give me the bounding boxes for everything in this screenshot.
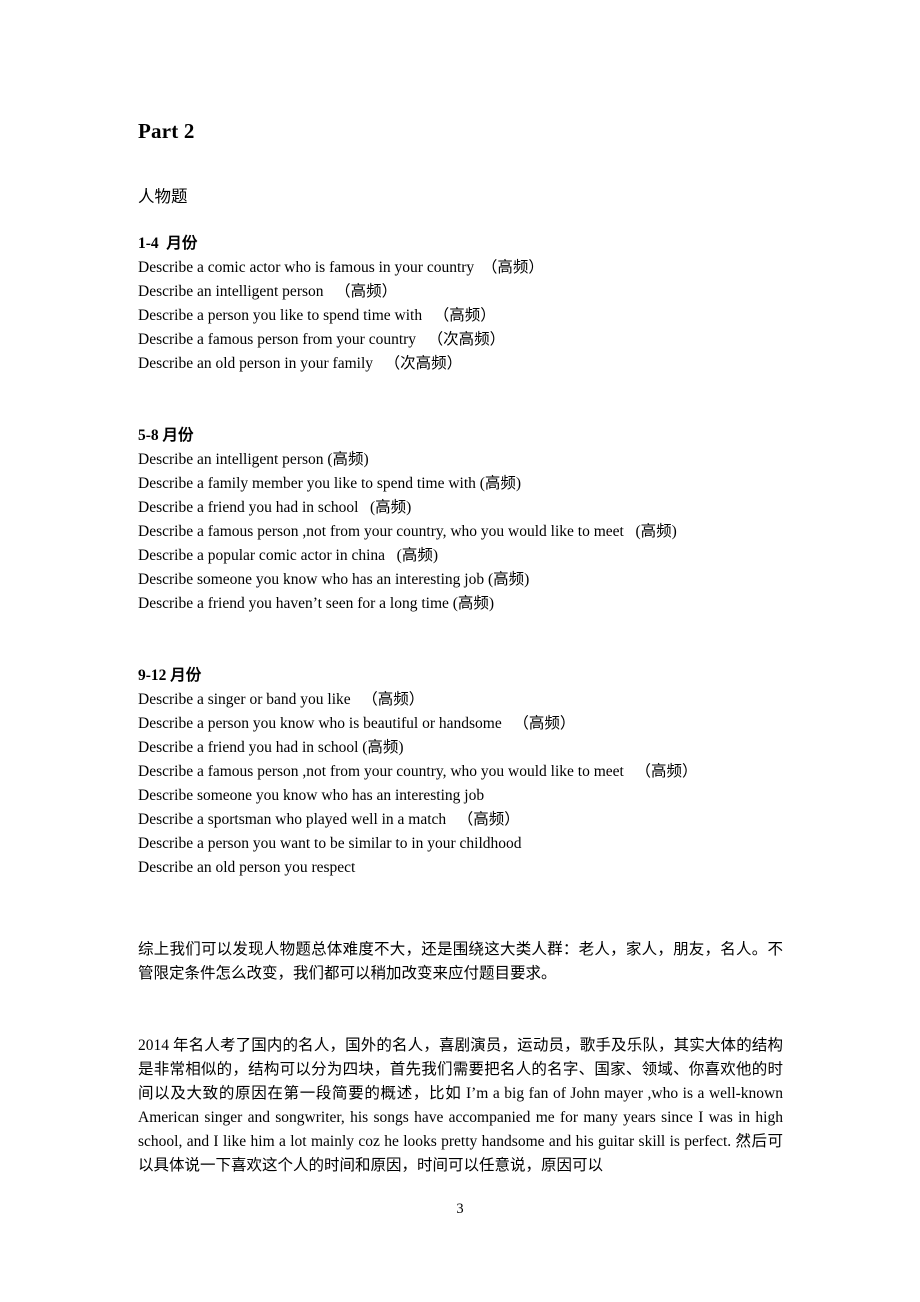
list-item: Describe a singer or band you like （高频） (138, 691, 425, 708)
list-item: Describe a person you know who is beauti… (138, 715, 576, 732)
section-heading: 9-12 月份 (138, 667, 202, 684)
section-1-4: 1-4 月份 Describe a comic actor who is fam… (138, 232, 783, 376)
question-list: Describe a singer or band you like （高频） … (138, 688, 783, 880)
list-item: Describe a person you like to spend time… (138, 307, 496, 324)
question-list: Describe a comic actor who is famous in … (138, 256, 783, 376)
page-number: 3 (456, 1201, 464, 1217)
list-item: Describe an old person in your family （次… (138, 355, 463, 372)
list-item: Describe a comic actor who is famous in … (138, 259, 544, 276)
section-heading: 5-8 月份 (138, 427, 194, 444)
topic-heading: 人物题 (138, 188, 188, 206)
list-item: Describe someone you know who has an int… (138, 571, 530, 588)
summary-paragraph: 综上我们可以发现人物题总体难度不大，还是围绕这大类人群：老人，家人，朋友，名人。… (138, 941, 783, 982)
list-item: Describe a family member you like to spe… (138, 475, 522, 492)
body-paragraph: 2014 年名人考了国内的名人，国外的名人，喜剧演员，运动员，歌手及乐队，其实大… (138, 1037, 787, 1174)
section-5-8: 5-8 月份 Describe an intelligent person (高… (138, 424, 783, 616)
list-item: Describe an intelligent person (高频) (138, 451, 369, 468)
list-item: Describe a famous person from your count… (138, 331, 506, 348)
page-title: Part 2 (138, 119, 195, 143)
list-item: Describe a person you want to be similar… (138, 835, 522, 852)
list-item: Describe a friend you had in school (高频) (138, 499, 412, 516)
list-item: Describe a friend you haven’t seen for a… (138, 595, 495, 612)
list-item: Describe a famous person ,not from your … (138, 763, 698, 780)
document-page: Part 2 人物题 1-4 月份 Describe a comic actor… (0, 0, 920, 1302)
page-content: Part 2 人物题 1-4 月份 Describe a comic actor… (138, 118, 783, 1178)
list-item: Describe an old person you respect (138, 859, 356, 876)
section-9-12: 9-12 月份 Describe a singer or band you li… (138, 664, 783, 880)
list-item: Describe an intelligent person （高频） (138, 283, 398, 300)
list-item: Describe a sportsman who played well in … (138, 811, 520, 828)
question-list: Describe an intelligent person (高频) Desc… (138, 448, 783, 616)
list-item: Describe a friend you had in school (高频) (138, 739, 404, 756)
list-item: Describe a popular comic actor in china … (138, 547, 438, 564)
list-item: Describe someone you know who has an int… (138, 787, 485, 804)
list-item: Describe a famous person ,not from your … (138, 523, 677, 540)
section-heading: 1-4 月份 (138, 235, 198, 252)
